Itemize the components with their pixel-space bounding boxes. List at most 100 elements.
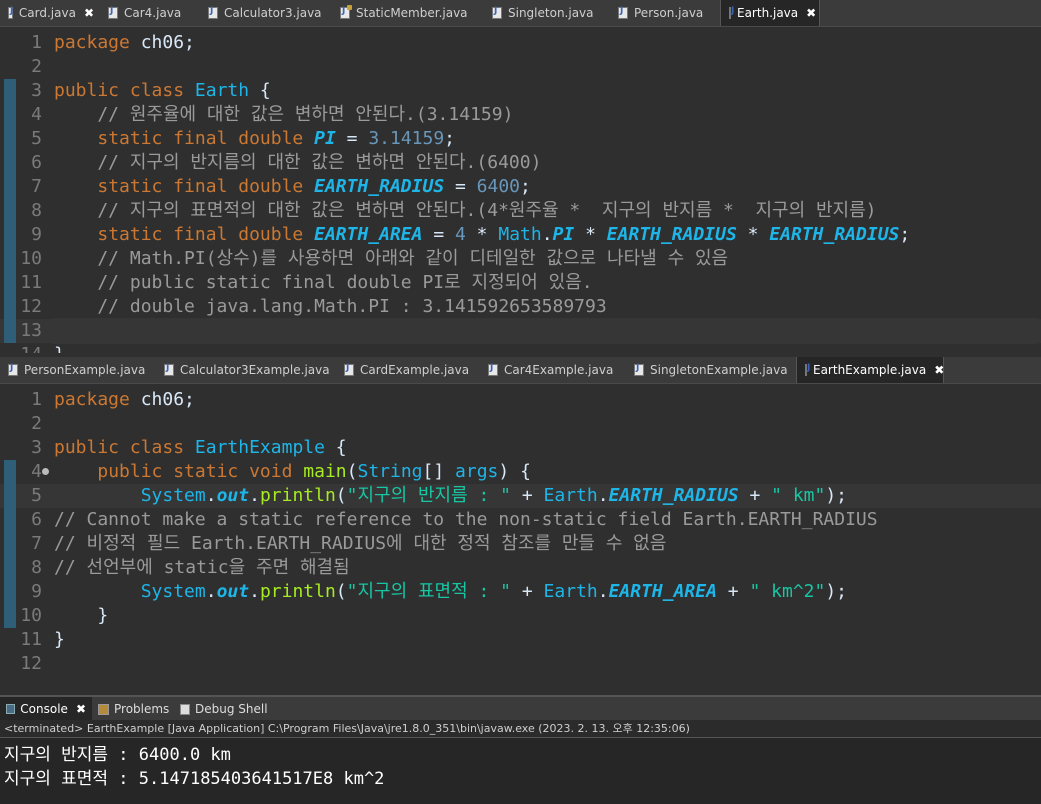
line-number: 7 [31, 533, 42, 554]
tab-staticmember-java[interactable]: StaticMember.java [332, 0, 468, 26]
code-line[interactable]: 11 // public static final double PI로 지정되… [0, 271, 1041, 295]
code-line[interactable]: 8 // 선언부에 static을 주면 해결됨 [0, 556, 1041, 580]
close-icon[interactable]: ✖ [806, 6, 816, 20]
bottom-editor-tabbar: PersonExample.java Calculator3Example.ja… [0, 357, 1041, 384]
code-text: // 지구의 반지름의 대한 값은 변하면 안된다.(6400) [54, 152, 542, 173]
tab-label: SingletonExample.java [650, 363, 788, 377]
code-text: public class EarthExample { [54, 437, 347, 458]
code-line[interactable]: 11} [0, 628, 1041, 652]
line-number: 11 [20, 629, 42, 650]
line-number: 2 [31, 413, 42, 434]
code-line[interactable]: 1 package ch06; [0, 388, 1041, 412]
code-text: // Cannot make a static reference to the… [54, 509, 878, 530]
tab-person-java[interactable]: Person.java [610, 0, 703, 26]
earth-java-editor[interactable]: 1 package ch06; 2 3 public class Earth {4 //… [0, 27, 1041, 353]
java-file-icon [634, 363, 644, 376]
code-line[interactable]: 13 [0, 319, 1041, 343]
code-text: } [54, 629, 65, 650]
line-number: 1 [31, 389, 42, 410]
code-line[interactable]: 7 // 비정적 필드 Earth.EARTH_RADIUS에 대한 정적 참조를… [0, 532, 1041, 556]
tab-car4-java[interactable]: Car4.java [100, 0, 181, 26]
line-number: 11 [20, 272, 42, 293]
code-line[interactable]: 4 public static void main(String[] args)… [0, 460, 1041, 484]
code-line[interactable]: 12 [0, 652, 1041, 676]
tab-debug-shell[interactable]: Debug Shell [174, 697, 268, 721]
java-file-icon [208, 6, 218, 19]
code-text: // public static final double PI로 지정되어 있… [54, 272, 593, 293]
tab-label: Calculator3.java [224, 6, 322, 20]
line-number: 10 [20, 248, 42, 269]
code-text: // 선언부에 static을 주면 해결됨 [54, 557, 350, 578]
top-editor-tabbar: Card.java ✖ Car4.java Calculator3.java S… [0, 0, 1041, 27]
tab-label: Car4.java [124, 6, 182, 20]
code-text: System.out.println("지구의 표면적 : " + Earth.… [140, 581, 848, 602]
line-number: 9 [31, 224, 42, 245]
code-text: // 지구의 표면적의 대한 값은 변하면 안된다.(4*원주율 * 지구의 반… [54, 200, 877, 221]
code-line[interactable]: 5 System.out.println("지구의 반지름 : " + Eart… [0, 484, 1041, 508]
code-line[interactable]: 3 public class EarthExample { [0, 436, 1041, 460]
code-text: static final double PI = 3.14159; [97, 128, 456, 149]
line-number: 3 [31, 80, 42, 101]
tab-console[interactable]: Console ✖ [0, 697, 92, 721]
code-line[interactable]: 6 // Cannot make a static reference to th… [0, 508, 1041, 532]
line-number: 5 [31, 485, 42, 506]
console-line: 지구의 표면적 : 5.147185403641517E8 km^2 [4, 769, 385, 789]
tab-cardexample-java[interactable]: CardExample.java [336, 357, 469, 383]
java-file-icon [164, 363, 174, 376]
code-text: package ch06; [54, 389, 195, 410]
code-line[interactable]: 5 static final double PI = 3.14159; [0, 127, 1041, 151]
close-icon[interactable]: ✖ [934, 363, 944, 377]
tab-earth-java[interactable]: Earth.java ✖ [720, 0, 820, 26]
tab-card-java[interactable]: Card.java ✖ [0, 0, 100, 26]
code-line[interactable]: 9 static final double EARTH_AREA = 4 * M… [0, 223, 1041, 247]
tab-label: Person.java [634, 6, 704, 20]
tab-personexample-java[interactable]: PersonExample.java [0, 357, 145, 383]
code-line[interactable]: 3 public class Earth { [0, 79, 1041, 103]
code-text: static final double EARTH_AREA = 4 * Mat… [97, 224, 911, 245]
tab-car4example-java[interactable]: Car4Example.java [480, 357, 613, 383]
code-line[interactable]: 8 // 지구의 표면적의 대한 값은 변하면 안된다.(4*원주율 * 지구의… [0, 199, 1041, 223]
code-line[interactable]: 2 [0, 412, 1041, 436]
code-text: } [54, 605, 109, 626]
tab-label: PersonExample.java [24, 363, 146, 377]
debug-shell-icon [180, 703, 190, 715]
line-number: 6 [31, 509, 42, 530]
code-text: static final double EARTH_RADIUS = 6400; [97, 176, 531, 197]
tab-singletonexample-java[interactable]: SingletonExample.java [626, 357, 788, 383]
tab-calculator3-java[interactable]: Calculator3.java [200, 0, 322, 26]
code-line[interactable]: 12 // double java.lang.Math.PI : 3.14159… [0, 295, 1041, 319]
code-text: package ch06; [54, 32, 195, 53]
fold-icon[interactable] [42, 468, 49, 475]
tab-problems[interactable]: Problems [92, 697, 169, 721]
code-line[interactable]: 10 } [0, 604, 1041, 628]
line-number: 5 [31, 128, 42, 149]
code-line[interactable]: 2 [0, 55, 1041, 79]
code-line[interactable]: 9 System.out.println("지구의 표면적 : " + Eart… [0, 580, 1041, 604]
line-number: 12 [20, 296, 42, 317]
code-line[interactable]: 7 static final double EARTH_RADIUS = 640… [0, 175, 1041, 199]
java-file-icon [488, 363, 498, 376]
tab-label: CardExample.java [360, 363, 470, 377]
tab-earthexample-java[interactable]: EarthExample.java ✖ [796, 357, 944, 383]
tab-label: Calculator3Example.java [180, 363, 330, 377]
code-line[interactable]: 10 // Math.PI(상수)를 사용하면 아래와 같이 디테일한 값으로 … [0, 247, 1041, 271]
tab-label: Car4Example.java [504, 363, 614, 377]
console-line: 지구의 반지름 : 6400.0 km [4, 745, 231, 765]
line-number: 10 [20, 605, 42, 626]
tab-singleton-java[interactable]: Singleton.java [484, 0, 594, 26]
earthexample-java-editor[interactable]: 1 package ch06; 2 3 public class EarthExampl… [0, 384, 1041, 692]
code-line[interactable]: 6 // 지구의 반지름의 대한 값은 변하면 안된다.(6400) [0, 151, 1041, 175]
console-output[interactable]: 지구의 반지름 : 6400.0 km 지구의 표면적 : 5.14718540… [0, 738, 1041, 804]
close-icon[interactable]: ✖ [76, 702, 86, 716]
line-number: 2 [31, 56, 42, 77]
close-icon[interactable]: ✖ [84, 6, 94, 20]
tab-label: Singleton.java [508, 6, 594, 20]
tab-calculator3example-java[interactable]: Calculator3Example.java [156, 357, 330, 383]
code-line[interactable]: 1 package ch06; [0, 31, 1041, 55]
code-line[interactable]: 14} [0, 343, 1041, 353]
code-line[interactable]: 4 // 원주율에 대한 값은 변하면 안된다.(3.14159) [0, 103, 1041, 127]
code-text: System.out.println("지구의 반지름 : " + Earth.… [140, 485, 848, 506]
java-file-icon [8, 363, 18, 376]
line-number: 1 [31, 32, 42, 53]
line-number: 8 [31, 557, 42, 578]
